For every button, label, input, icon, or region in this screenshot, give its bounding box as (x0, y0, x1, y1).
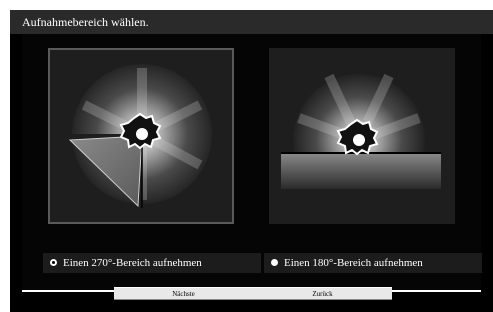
preview-180-degree[interactable] (269, 48, 455, 224)
option-180-degree[interactable]: Einen 180°-Bereich aufnehmen (264, 253, 482, 273)
option-270-label: Einen 270°-Bereich aufnehmen (63, 257, 202, 269)
next-button[interactable]: Nächste (114, 287, 253, 300)
radio-unselected-icon[interactable] (271, 258, 278, 266)
coverage-270-diagram (50, 50, 232, 222)
coverage-180-diagram (269, 48, 455, 224)
title-bar: Aufnahmebereich wählen. (10, 10, 493, 34)
back-button[interactable]: Zurück (253, 287, 392, 300)
dialog-title: Aufnahmebereich wählen. (22, 15, 149, 29)
option-180-label: Einen 180°-Bereich aufnehmen (284, 257, 423, 269)
dialog-window: Aufnahmebereich wählen. Einen 270°-Berei… (10, 10, 493, 312)
radio-selected-icon[interactable] (50, 258, 57, 266)
option-270-degree[interactable]: Einen 270°-Bereich aufnehmen (43, 253, 261, 273)
preview-270-degree[interactable] (48, 48, 234, 224)
content-area: Einen 270°-Bereich aufnehmen Einen 180°-… (22, 34, 482, 290)
